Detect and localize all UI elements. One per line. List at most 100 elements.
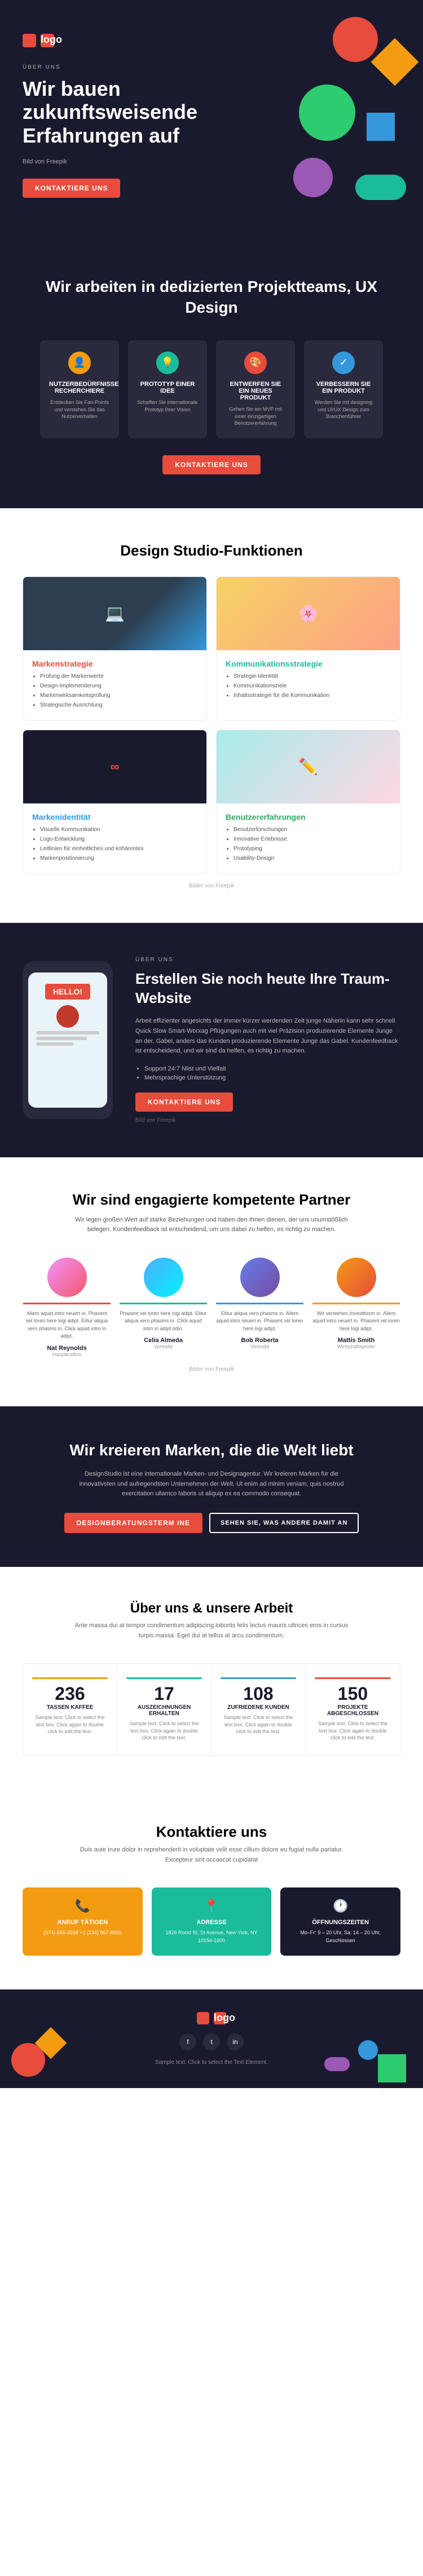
shape-circle-red (333, 17, 378, 62)
contact-card-hours: 🕐 ÖFFNUNGSZEITEN Mo–Fr: 9 – 20 Uhr, Sa: … (280, 1887, 400, 1956)
team-card-3: 🎨 ENTWERFEN SIE EIN NEUES PRODUKT Gehen … (216, 340, 295, 438)
stat-number-3: 108 (221, 1684, 296, 1704)
phone-icon: 📞 (34, 1899, 131, 1913)
ref-title-2: Vertreibt (120, 1344, 207, 1349)
studio-card-4-title: Benutzererfahrungen (226, 812, 391, 821)
stat-desc-3: Sample text: Click to select the text bo… (221, 1714, 296, 1735)
team-card-1-title: NUTZERBEDÜRFNISSE RECHERCHIERE (49, 381, 110, 394)
brands-cta-button-1[interactable]: DESIGNBERATUNGSTERM INE (64, 1513, 202, 1533)
team-title: Wir arbeiten in dedizierten Projektteams… (23, 277, 400, 318)
stat-label-4: PROJEKTE ABGESCHLOSSEN (315, 1704, 391, 1717)
stat-2: 17 AUSZEICHNUNGEN ERHALTEN Sample text: … (117, 1664, 211, 1755)
stat-number-1: 236 (32, 1684, 108, 1704)
phone-line (36, 1031, 99, 1034)
stat-desc-1: Sample text: Click to select the text bo… (32, 1714, 108, 1735)
hero-title: Wir bauen zukunftsweisende Erfahrungen a… (23, 77, 237, 147)
studio-card-3-features: Visuelle Kommunikation Logo-Entwicklung … (32, 826, 197, 863)
footer-copyright: Sample text: Click to select the Text El… (23, 2059, 400, 2066)
studio-card-3-title: Markenidentität (32, 812, 197, 821)
list-item: Inhaltsstrategie für die Kommunikation (233, 692, 391, 700)
logo-icon (23, 34, 36, 47)
team-card-1-desc: Entdecken Sie Fan-Points und verstehen S… (49, 399, 110, 420)
ref-card-3: Elitur aliqua vero phasms in. Allem aqui… (216, 1258, 303, 1357)
ref-title-1: Hauptkrafton (23, 1352, 111, 1357)
list-item: Markenpositionierung (40, 855, 197, 863)
creative-icon: ✏️ (298, 757, 318, 776)
studio-card-3-image: ∞ (23, 730, 206, 803)
flowers-icon: 🌸 (298, 604, 318, 623)
list-item: Prüfung der Markenwerte (40, 673, 197, 681)
list-item: Innovative Erlebnisse (233, 836, 391, 843)
team-card-2-desc: Schaffen Sie internationale Prototyp Ihr… (137, 399, 198, 413)
phone-mockup: HELLO! (23, 961, 113, 1119)
contact-card-phone: 📞 ANRUF TÄTIGEN (574) 556-3598 +1 (234) … (23, 1887, 143, 1956)
ref-bar-4 (312, 1303, 400, 1304)
social-facebook-icon[interactable]: f (179, 2033, 196, 2050)
studio-section: Design Studio-Funktionen 💻 Markenstrateg… (0, 508, 423, 923)
studio-card-1-features: Prüfung der Markenwerte Design-Implement… (32, 673, 197, 709)
contact-card-address-details: 1826 Rocid St, St Avenue, New York, NY 1… (163, 1929, 261, 1944)
contact-intro: Duis aute irure dolor in reprehenderit i… (70, 1845, 352, 1865)
social-twitter-icon[interactable]: t (203, 2033, 220, 2050)
website-features: Support 24:7 Nlist und Vielfalt Mehrspra… (135, 1065, 400, 1081)
list-item: Kommunikationsziele (233, 682, 391, 690)
website-cta-button[interactable]: KONTAKTIERE UNS (135, 1092, 233, 1112)
team-card-4: ✓ VERBESSERN SIE EIN PRODUKT Werden Sie … (304, 340, 383, 438)
team-card-1-icon: 👤 (68, 352, 91, 374)
website-content: ÜBER UNS Erstellen Sie noch heute Ihre T… (135, 957, 400, 1123)
studio-card-1: 💻 Markenstrategie Prüfung der Markenwert… (23, 576, 207, 721)
stat-number-2: 17 (126, 1684, 202, 1704)
brands-cta-button-2[interactable]: SEHEN SIE, WAS ANDERE DAMIT AN (209, 1513, 359, 1533)
contact-title: Kontaktiere uns (23, 1823, 400, 1841)
team-card-1: 👤 NUTZERBEDÜRFNISSE RECHERCHIERE Entdeck… (40, 340, 119, 438)
shape-square-blue (367, 113, 395, 141)
studio-credit: Bilder von Freepik (23, 883, 400, 889)
references-section: Wir sind engagierte kompetente Partner W… (0, 1157, 423, 1406)
stat-bar-4 (315, 1677, 391, 1679)
stat-3: 108 ZUFRIEDENE KUNDEN Sample text: Click… (211, 1664, 306, 1755)
about-title: Über uns & unsere Arbeit (23, 1601, 400, 1616)
team-card-4-desc: Werden Sie mit designing und UI/UX Desig… (313, 399, 374, 420)
studio-card-4-features: Benutzerforschungen Innovative Erlebniss… (226, 826, 391, 863)
infinity-icon: ∞ (111, 760, 120, 774)
stat-label-1: TASSEN KAFFEE (32, 1704, 108, 1711)
about-section: Über uns & unsere Arbeit Ante massa dui … (0, 1567, 423, 1789)
stat-label-3: ZUFRIEDENE KUNDEN (221, 1704, 296, 1711)
list-item: Usability-Design (233, 855, 391, 863)
ref-avatar-1 (47, 1258, 87, 1297)
studio-card-1-title: Markenstrategie (32, 659, 197, 668)
hero-cta-button[interactable]: KONTAKTIERE UNS (23, 179, 120, 198)
website-credit: Bild von Freepik (135, 1117, 400, 1123)
studio-card-3-body: Markenidentität Visuelle Kommunikation L… (23, 803, 206, 873)
team-card-2: 💡 PROTOTYP EINER IDEE Schaffen Sie inter… (128, 340, 207, 438)
shape-diamond-orange (371, 38, 419, 86)
list-item: Benutzerforschungen (233, 826, 391, 834)
social-linkedin-icon[interactable]: in (227, 2033, 244, 2050)
footer-logo-text: logo (214, 2012, 226, 2024)
stat-1: 236 TASSEN KAFFEE Sample text: Click to … (23, 1664, 117, 1755)
list-item: Prototyping (233, 845, 391, 853)
stat-desc-4: Sample text: Click to select the text bo… (315, 1720, 391, 1742)
ref-name-2: Celia Almeda (120, 1337, 207, 1344)
list-item: Visuelle Kommunikation (40, 826, 197, 834)
about-intro: Ante massa dui at tempor condimentum adi… (70, 1621, 352, 1641)
hero-label: ÜBER UNS (23, 64, 237, 70)
studio-card-3: ∞ Markenidentität Visuelle Kommunikation… (23, 730, 207, 874)
website-label: ÜBER UNS (135, 957, 400, 963)
stat-4: 150 PROJEKTE ABGESCHLOSSEN Sample text: … (306, 1664, 400, 1755)
hero-content: ÜBER UNS Wir bauen zukunftsweisende Erfa… (23, 64, 237, 198)
team-card-4-icon: ✓ (332, 352, 355, 374)
footer-logo: logo (23, 2012, 400, 2024)
stat-bar-1 (32, 1677, 108, 1679)
references-title: Wir sind engagierte kompetente Partner (23, 1191, 400, 1209)
team-card-2-title: PROTOTYP EINER IDEE (137, 381, 198, 394)
phone-line (36, 1037, 87, 1040)
studio-card-1-image: 💻 (23, 577, 206, 650)
contact-grid: 📞 ANRUF TÄTIGEN (574) 556-3598 +1 (234) … (23, 1887, 400, 1956)
clock-icon: 🕐 (292, 1899, 389, 1913)
ref-title-3: Vertreibt (216, 1344, 303, 1349)
team-cta-button[interactable]: KONTAKTIERE UNS (162, 455, 260, 474)
footer-social: f t in (23, 2033, 400, 2050)
shape-pill-teal (355, 175, 406, 200)
studio-card-2: 🌸 Kommunikationsstrategie Strategie-Iden… (216, 576, 400, 721)
